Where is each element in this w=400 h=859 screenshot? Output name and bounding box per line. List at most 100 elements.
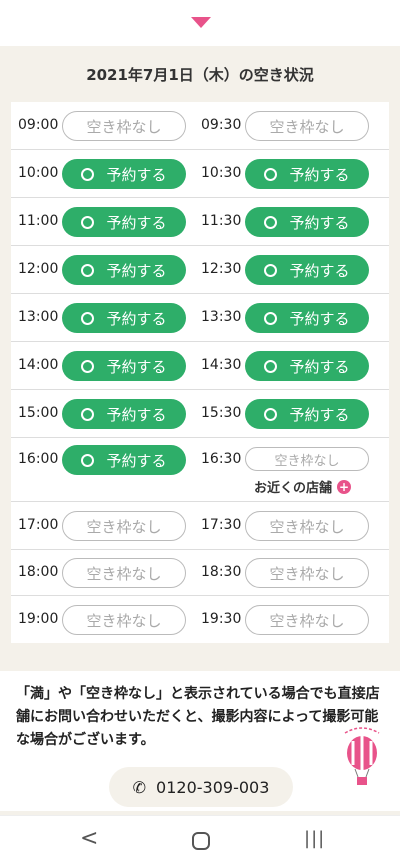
reserve-button[interactable]: 予約する xyxy=(245,255,369,285)
page-title: 2021年7月1日（木）の空き状況 xyxy=(86,66,314,84)
notice-text: 「満」や「空き枠なし」と表示されている場合でも直接店舗にお問い合わせいただくと、… xyxy=(16,686,380,748)
slot-table: 09:00 空き枠なし 09:30 空き枠なし 10:00 予約する 10:30 予約する 11… xyxy=(11,102,389,643)
slot-time: 17:00 xyxy=(18,517,59,533)
unavailable-label: 空き枠なし xyxy=(274,453,340,469)
unavailable-button: 空き枠なし xyxy=(62,605,186,635)
slot-row: 17:00 空き枠なし 17:30 空き枠なし xyxy=(11,502,389,550)
unavailable-label: 空き枠なし xyxy=(269,564,345,583)
circle-icon xyxy=(264,311,278,325)
slot-time: 09:00 xyxy=(18,117,59,133)
reserve-label: 予約する xyxy=(289,309,350,328)
unavailable-label: 空き枠なし xyxy=(269,611,345,630)
unavailable-label: 空き枠なし xyxy=(269,517,345,536)
slot-row: 10:00 予約する 10:30 予約する xyxy=(11,150,389,198)
circle-icon xyxy=(81,453,95,467)
unavailable-button: 空き枠なし xyxy=(245,111,369,141)
reserve-label: 予約する xyxy=(106,357,167,376)
slot-time: 10:30 xyxy=(201,165,242,181)
reserve-button[interactable]: 予約する xyxy=(62,399,186,429)
reserve-button[interactable]: 予約する xyxy=(245,159,369,189)
slot-time: 18:00 xyxy=(18,564,59,580)
reserve-button[interactable]: 予約する xyxy=(245,351,369,381)
plus-icon: + xyxy=(337,479,352,494)
unavailable-label: 空き枠なし xyxy=(86,611,162,630)
reserve-button[interactable]: 予約する xyxy=(62,159,186,189)
slot-time: 14:30 xyxy=(201,357,242,373)
reserve-button[interactable]: 予約する xyxy=(62,445,186,475)
android-nav-bar: < ||| xyxy=(0,815,400,859)
slot-time: 15:00 xyxy=(18,405,59,421)
circle-icon xyxy=(81,215,95,229)
slot-row: 15:00 予約する 15:30 予約する xyxy=(11,390,389,438)
reserve-label: 予約する xyxy=(289,357,350,376)
reserve-button[interactable]: 予約する xyxy=(245,399,369,429)
reserve-button[interactable]: 予約する xyxy=(62,303,186,333)
phone-button[interactable]: ✆ 0120-309-003 xyxy=(109,767,293,807)
reserve-label: 予約する xyxy=(106,451,167,470)
circle-icon xyxy=(264,359,278,373)
circle-icon xyxy=(264,407,278,421)
slot-row: 13:00 予約する 13:30 予約する xyxy=(11,294,389,342)
unavailable-label: 空き枠なし xyxy=(86,517,162,536)
reserve-label: 予約する xyxy=(106,165,167,184)
slot-time: 13:30 xyxy=(201,309,242,325)
home-icon[interactable] xyxy=(192,832,210,850)
slot-time: 12:30 xyxy=(201,261,242,277)
reserve-label: 予約する xyxy=(289,261,350,280)
unavailable-button: 空き枠なし xyxy=(62,511,186,541)
unavailable-button: 空き枠なし xyxy=(245,558,369,588)
slot-time: 19:00 xyxy=(18,611,59,627)
unavailable-button: 空き枠なし xyxy=(245,605,369,635)
unavailable-button: 空き枠なし xyxy=(62,558,186,588)
slot-row: 14:00 予約する 14:30 予約する xyxy=(11,342,389,390)
reserve-button[interactable]: 予約する xyxy=(62,351,186,381)
slot-time: 10:00 xyxy=(18,165,59,181)
unavailable-button: 空き枠なし xyxy=(245,511,369,541)
slot-time: 14:00 xyxy=(18,357,59,373)
circle-icon xyxy=(81,311,95,325)
slot-time: 19:30 xyxy=(201,611,242,627)
reserve-label: 予約する xyxy=(106,405,167,424)
unavailable-label: 空き枠なし xyxy=(86,117,162,136)
nearby-stores-label: お近くの店舗 xyxy=(254,481,333,496)
reserve-button[interactable]: 予約する xyxy=(245,303,369,333)
reserve-label: 予約する xyxy=(289,213,350,232)
recent-apps-icon[interactable]: ||| xyxy=(304,828,325,849)
reserve-label: 予約する xyxy=(289,405,350,424)
phone-number: 0120-309-003 xyxy=(156,777,270,797)
slot-row: 16:00 予約する 16:30 空き枠なしお近くの店舗 + xyxy=(11,438,389,502)
chevron-down-icon[interactable] xyxy=(191,17,211,28)
circle-icon xyxy=(264,167,278,181)
reserve-label: 予約する xyxy=(289,165,350,184)
slot-time: 12:00 xyxy=(18,261,59,277)
slot-time: 16:30 xyxy=(201,451,242,467)
unavailable-button: 空き枠なし xyxy=(62,111,186,141)
slot-row: 09:00 空き枠なし 09:30 空き枠なし xyxy=(11,102,389,150)
unavailable-button: 空き枠なし xyxy=(245,447,369,471)
slot-time: 11:30 xyxy=(201,213,242,229)
slot-row: 19:00 空き枠なし 19:30 空き枠なし xyxy=(11,596,389,643)
circle-icon xyxy=(81,263,95,277)
back-icon[interactable]: < xyxy=(80,826,98,851)
phone-icon: ✆ xyxy=(132,777,147,797)
slot-time: 09:30 xyxy=(201,117,242,133)
reserve-label: 予約する xyxy=(106,309,167,328)
slot-time: 11:00 xyxy=(18,213,59,229)
slot-row: 12:00 予約する 12:30 予約する xyxy=(11,246,389,294)
slot-time: 16:00 xyxy=(18,451,59,467)
unavailable-label: 空き枠なし xyxy=(86,564,162,583)
slot-time: 13:00 xyxy=(18,309,59,325)
slot-row: 11:00 予約する 11:30 予約する xyxy=(11,198,389,246)
reserve-button[interactable]: 予約する xyxy=(62,207,186,237)
reserve-label: 予約する xyxy=(106,213,167,232)
circle-icon xyxy=(264,215,278,229)
reserve-button[interactable]: 予約する xyxy=(62,255,186,285)
slot-time: 18:30 xyxy=(201,564,242,580)
slot-time: 15:30 xyxy=(201,405,242,421)
nearby-stores-link[interactable]: お近くの店舗 + xyxy=(254,477,352,496)
circle-icon xyxy=(81,359,95,373)
reserve-button[interactable]: 予約する xyxy=(245,207,369,237)
unavailable-label: 空き枠なし xyxy=(269,117,345,136)
slot-row: 18:00 空き枠なし 18:30 空き枠なし xyxy=(11,550,389,596)
reserve-label: 予約する xyxy=(106,261,167,280)
